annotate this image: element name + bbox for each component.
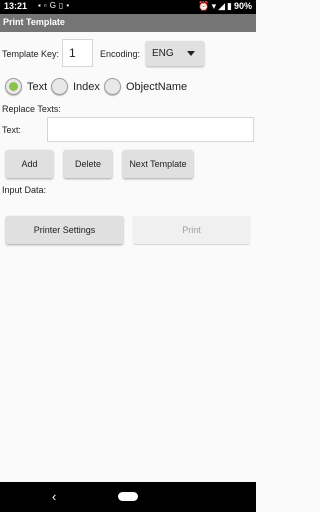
- battery-icon: ▮: [227, 1, 232, 11]
- status-right: ⏰ ▾ ◢ ▮ 90%: [196, 1, 252, 12]
- radio-selected-dot: [9, 82, 18, 91]
- text-field-label: Text:: [2, 125, 22, 135]
- radio-circle-icon: [5, 78, 22, 95]
- template-key-label: Template Key:: [2, 49, 60, 59]
- encoding-value: ENG: [152, 48, 174, 59]
- title-bar: Print Template: [0, 14, 256, 32]
- google-icon: G: [49, 1, 59, 10]
- encoding-select[interactable]: ENG: [146, 41, 204, 66]
- wifi-icon: ▾: [211, 1, 217, 11]
- status-time: 13:21: [4, 1, 28, 11]
- status-bar: 13:21 ▪▫G▯• ⏰ ▾ ◢ ▮ 90%: [0, 0, 256, 14]
- radio-objectname-label: ObjectName: [126, 81, 188, 93]
- encoding-label: Encoding:: [100, 49, 141, 59]
- replace-text-input[interactable]: [47, 117, 254, 142]
- radio-circle-icon: [104, 78, 121, 95]
- page-title: Print Template: [3, 17, 65, 27]
- radio-objectname[interactable]: ObjectName: [104, 77, 188, 97]
- home-pill-icon[interactable]: [118, 492, 138, 501]
- delete-button[interactable]: Delete: [64, 150, 112, 178]
- template-key-input[interactable]: 1: [62, 39, 93, 67]
- dropdown-arrow-icon: [187, 51, 195, 56]
- printer-settings-button[interactable]: Printer Settings: [6, 216, 123, 244]
- input-data-label: Input Data:: [2, 185, 47, 195]
- status-notification-icons: ▪▫G▯•: [38, 1, 72, 10]
- navigation-bar: ‹: [0, 482, 256, 512]
- radio-index[interactable]: Index: [51, 77, 101, 97]
- back-icon[interactable]: ‹: [52, 489, 56, 504]
- signal-icon: ◢: [218, 1, 226, 11]
- radio-text-label: Text: [27, 81, 48, 93]
- radio-index-label: Index: [73, 81, 100, 93]
- print-button[interactable]: Print: [133, 216, 250, 244]
- add-button[interactable]: Add: [6, 150, 53, 178]
- radio-circle-icon: [51, 78, 68, 95]
- battery-percent: 90%: [233, 1, 252, 11]
- replace-texts-label: Replace Texts:: [2, 104, 61, 114]
- next-template-button[interactable]: Next Template: [123, 150, 193, 178]
- radio-text[interactable]: Text: [5, 77, 47, 97]
- dot-icon: •: [66, 1, 73, 10]
- alarm-icon: ⏰: [198, 1, 210, 11]
